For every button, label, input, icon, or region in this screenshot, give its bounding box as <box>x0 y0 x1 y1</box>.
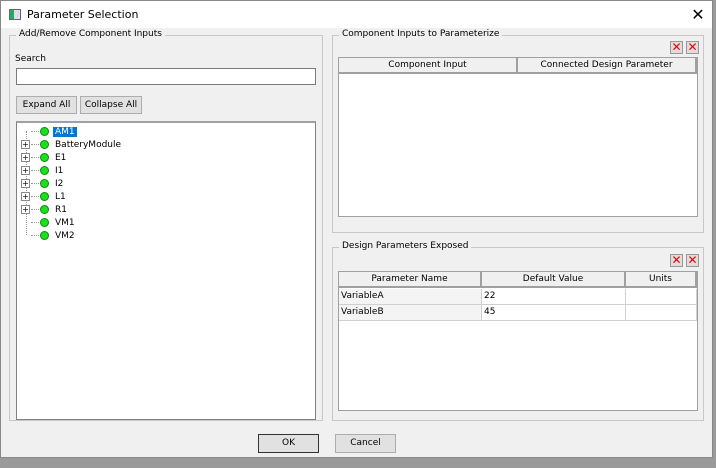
parameter-selection-dialog: Parameter Selection ✕ Add/Remove Compone… <box>0 0 713 458</box>
status-dot-icon <box>40 153 49 162</box>
delete-icon[interactable]: ✕ <box>670 254 683 267</box>
tree-node-label[interactable]: L1 <box>53 192 68 202</box>
search-input[interactable] <box>16 68 316 85</box>
tree-node-label[interactable]: E1 <box>53 153 68 163</box>
tree-connector <box>31 209 39 210</box>
status-dot-icon <box>40 192 49 201</box>
cancel-button[interactable]: Cancel <box>335 434 396 453</box>
collapse-all-button[interactable]: Collapse All <box>80 96 142 114</box>
title-bar: Parameter Selection ✕ <box>1 1 712 28</box>
expand-icon[interactable]: + <box>21 179 30 188</box>
tree-node[interactable]: + L1 <box>21 190 68 203</box>
delete-all-icon[interactable]: ✕ <box>686 41 699 54</box>
tree-node-label[interactable]: R1 <box>53 205 69 215</box>
status-dot-icon <box>40 166 49 175</box>
status-dot-icon <box>40 179 49 188</box>
tree-connector <box>31 196 39 197</box>
column-header-parameter-name[interactable]: Parameter Name <box>339 272 482 288</box>
tree-connector <box>31 235 39 236</box>
tree-node-label[interactable]: VM1 <box>53 218 77 228</box>
tree-connector <box>31 131 39 132</box>
status-dot-icon <box>40 205 49 214</box>
tree-node-label[interactable]: VM2 <box>53 231 77 241</box>
tree-node[interactable]: + E1 <box>21 151 68 164</box>
expand-icon[interactable]: + <box>21 166 30 175</box>
delete-icon[interactable]: ✕ <box>670 41 683 54</box>
component-tree[interactable]: AM1 + BatteryModule + E1 + I1 + I2 + L1 + R1 VM1 VM2 <box>16 121 316 420</box>
expand-icon[interactable]: + <box>21 192 30 201</box>
column-header-component-input[interactable]: Component Input <box>339 58 518 74</box>
group-title: Add/Remove Component Inputs <box>16 29 165 39</box>
tree-node[interactable]: + BatteryModule <box>21 138 123 151</box>
tree-node[interactable]: VM1 <box>21 216 77 229</box>
column-header-units[interactable]: Units <box>626 272 697 288</box>
design-parameters-table[interactable]: Parameter Name Default Value Units Varia… <box>338 271 698 411</box>
table-cell[interactable]: VariableB <box>339 305 482 321</box>
status-dot-icon <box>40 127 49 136</box>
expand-icon[interactable]: + <box>21 153 30 162</box>
tree-node-label[interactable]: BatteryModule <box>53 140 123 150</box>
group-title: Design Parameters Exposed <box>339 241 472 251</box>
tree-node[interactable]: + I1 <box>21 164 65 177</box>
tree-node[interactable]: AM1 <box>21 125 77 138</box>
status-dot-icon <box>40 231 49 240</box>
tree-connector <box>31 170 39 171</box>
table-cell[interactable] <box>626 289 697 305</box>
status-dot-icon <box>40 218 49 227</box>
tree-connector <box>31 144 39 145</box>
expand-all-button[interactable]: Expand All <box>16 96 77 114</box>
column-header-connected-design-parameter[interactable]: Connected Design Parameter <box>518 58 697 74</box>
search-label: Search <box>15 54 46 64</box>
window-title: Parameter Selection <box>27 8 139 21</box>
tree-node[interactable]: + I2 <box>21 177 65 190</box>
group-title: Component Inputs to Parameterize <box>339 29 503 39</box>
table-cell[interactable]: 45 <box>482 305 626 321</box>
close-button[interactable]: ✕ <box>689 5 707 24</box>
ok-button[interactable]: OK <box>258 434 319 453</box>
status-dot-icon <box>40 140 49 149</box>
tree-node-label[interactable]: I2 <box>53 179 65 189</box>
tree-connector <box>31 222 39 223</box>
expand-icon[interactable]: + <box>21 140 30 149</box>
tree-node[interactable]: VM2 <box>21 229 77 242</box>
tree-node-label[interactable]: AM1 <box>53 126 77 137</box>
table-cell[interactable] <box>626 305 697 321</box>
tree-connector <box>31 157 39 158</box>
tree-connector <box>31 183 39 184</box>
table-cell[interactable]: VariableA <box>339 289 482 305</box>
app-icon <box>9 9 21 20</box>
table-cell[interactable]: 22 <box>482 289 626 305</box>
component-inputs-table[interactable]: Component Input Connected Design Paramet… <box>338 57 698 217</box>
delete-all-icon[interactable]: ✕ <box>686 254 699 267</box>
tree-node-label[interactable]: I1 <box>53 166 65 176</box>
tree-node[interactable]: + R1 <box>21 203 69 216</box>
column-header-default-value[interactable]: Default Value <box>482 272 626 288</box>
expand-icon[interactable]: + <box>21 205 30 214</box>
